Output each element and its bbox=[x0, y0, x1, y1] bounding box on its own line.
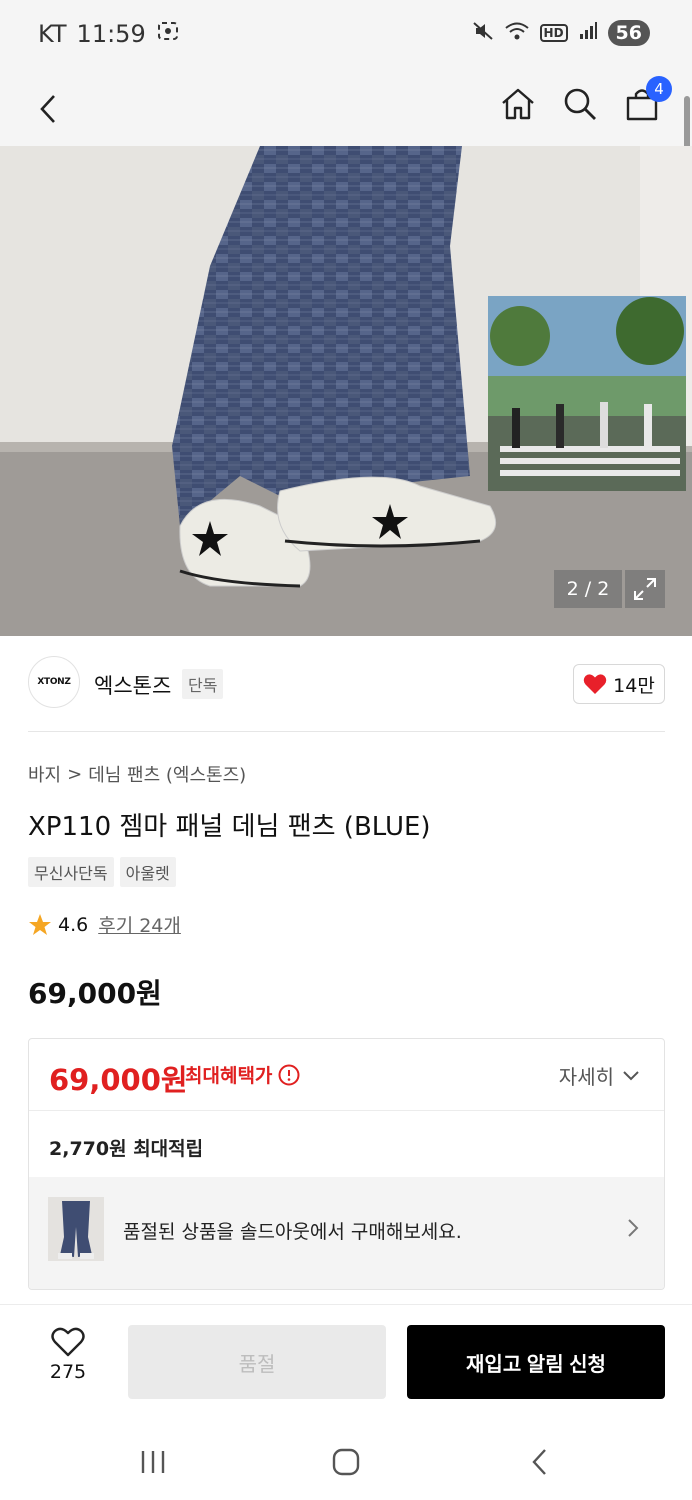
brand-row: XTONZ 엑스톤즈 단독 14만 bbox=[28, 656, 665, 712]
reviews-link[interactable]: 후기 24개 bbox=[98, 911, 181, 938]
product-tags: 무신사단독 아울렛 bbox=[28, 857, 176, 887]
brand-logo[interactable]: XTONZ bbox=[28, 656, 80, 708]
restock-alert-button[interactable]: 재입고 알림 신청 bbox=[407, 1325, 665, 1399]
battery-indicator: 56 bbox=[607, 20, 650, 46]
album-cover bbox=[488, 296, 686, 491]
breadcrumb-separator: > bbox=[67, 763, 83, 785]
max-points: 2,770원 최대적립 bbox=[49, 1138, 204, 1160]
home-button[interactable] bbox=[498, 82, 538, 126]
banner-thumbnail bbox=[48, 1197, 104, 1261]
max-benefit-label-group: 최대혜택가 bbox=[185, 1061, 300, 1088]
mute-icon bbox=[472, 20, 494, 46]
breadcrumb-subcategory[interactable]: 데님 팬츠 (엑스톤즈) bbox=[88, 761, 246, 787]
details-label: 자세히 bbox=[558, 1065, 614, 1089]
soldout-banner-text: 품절된 상품을 솔드아웃에서 구매해보세요. bbox=[123, 1221, 462, 1243]
status-left: KT 11:59 bbox=[38, 20, 180, 48]
status-right: HD 56 bbox=[472, 20, 650, 46]
recent-apps-button[interactable] bbox=[133, 1442, 173, 1482]
benefit-box: 69,000원 최대혜택가 자세히 2,770원 최대적립 품절된 상품을 솔드… bbox=[28, 1038, 665, 1290]
carrier-label: KT bbox=[38, 20, 67, 48]
product-image[interactable] bbox=[0, 146, 692, 636]
expand-icon bbox=[634, 578, 656, 600]
tag-musinsa-exclusive: 무신사단독 bbox=[28, 857, 114, 887]
fullscreen-button[interactable] bbox=[625, 570, 665, 608]
home-circle-icon bbox=[332, 1448, 360, 1476]
system-nav-bar bbox=[0, 1414, 692, 1500]
product-title: XP110 젬마 패널 데님 팬츠 (BLUE) bbox=[28, 812, 431, 842]
search-button[interactable] bbox=[560, 82, 600, 126]
back-system-button[interactable] bbox=[520, 1442, 560, 1482]
cart-count-badge: 4 bbox=[646, 76, 672, 102]
tag-outlet: 아울렛 bbox=[119, 857, 176, 887]
brand-like-count: 14만 bbox=[613, 674, 655, 697]
search-icon bbox=[564, 88, 596, 120]
brand-logo-text: XTONZ bbox=[37, 677, 71, 687]
back-arrow-icon bbox=[532, 1449, 546, 1475]
rating-row: 4.6 후기 24개 bbox=[28, 911, 181, 938]
recent-apps-icon bbox=[141, 1451, 165, 1473]
chevron-right-icon bbox=[628, 1219, 639, 1237]
wishlist-count: 275 bbox=[49, 1361, 87, 1383]
cart-button[interactable]: 4 bbox=[622, 76, 672, 126]
soldout-button: 품절 bbox=[128, 1325, 386, 1399]
max-benefit-price: 69,000원 bbox=[49, 1063, 188, 1097]
chevron-down-icon bbox=[623, 1070, 639, 1080]
status-bar: KT 11:59 HD 56 bbox=[0, 0, 692, 72]
hd-icon: HD bbox=[539, 24, 568, 42]
soldout-banner[interactable]: 품절된 상품을 솔드아웃에서 구매해보세요. bbox=[29, 1177, 664, 1289]
star-icon bbox=[29, 913, 51, 935]
info-icon[interactable] bbox=[278, 1064, 300, 1086]
home-icon bbox=[502, 88, 534, 120]
image-counter: 2 / 2 bbox=[554, 570, 622, 608]
clock: 11:59 bbox=[76, 20, 146, 48]
benefit-header: 69,000원 최대혜택가 자세히 bbox=[29, 1039, 664, 1111]
wifi-icon bbox=[504, 20, 530, 46]
wishlist-button[interactable]: 275 bbox=[40, 1327, 96, 1391]
bottom-action-bar: 275 품절 재입고 알림 신청 bbox=[0, 1304, 692, 1414]
max-benefit-label: 최대혜택가 bbox=[185, 1065, 273, 1087]
product-price: 69,000원 bbox=[28, 977, 162, 1010]
signal-icon bbox=[578, 21, 598, 45]
brand-like-button[interactable]: 14만 bbox=[573, 664, 665, 704]
breadcrumb-category[interactable]: 바지 bbox=[28, 761, 61, 787]
exclusive-badge: 단독 bbox=[182, 669, 224, 699]
chevron-left-icon bbox=[40, 95, 55, 123]
home-system-button[interactable] bbox=[326, 1442, 366, 1482]
breadcrumb: 바지 > 데님 팬츠 (엑스톤즈) bbox=[28, 761, 246, 787]
back-button[interactable] bbox=[28, 84, 68, 134]
section-divider bbox=[28, 731, 665, 732]
heart-outline-icon bbox=[51, 1327, 85, 1357]
details-toggle[interactable]: 자세히 bbox=[559, 1061, 640, 1090]
brand-name[interactable]: 엑스톤즈 bbox=[94, 670, 171, 700]
heart-filled-icon bbox=[583, 674, 607, 694]
nav-icons: 4 bbox=[498, 76, 672, 126]
rating-score: 4.6 bbox=[58, 913, 89, 936]
top-nav: 4 bbox=[0, 72, 692, 146]
screenshot-icon bbox=[156, 20, 180, 48]
